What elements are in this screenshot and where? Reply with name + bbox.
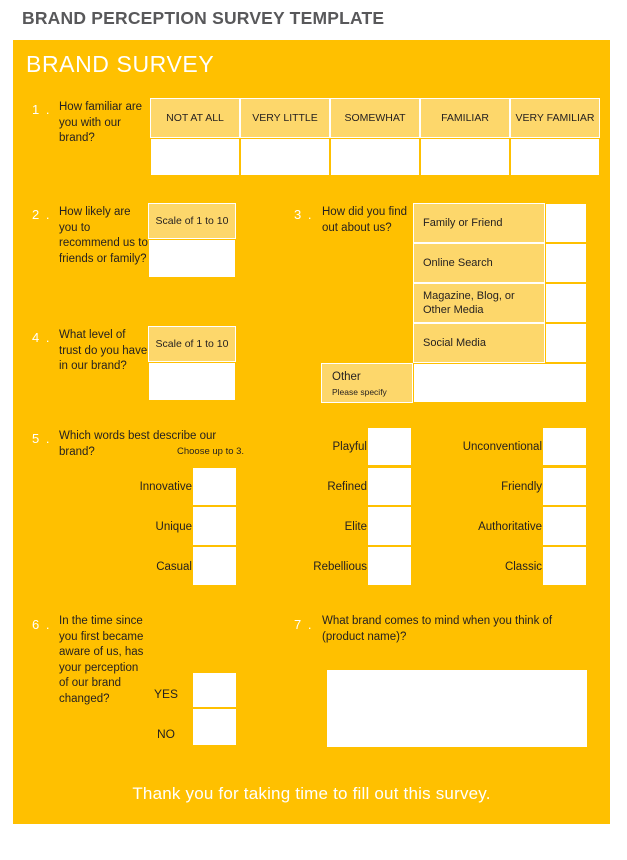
q3-option-box-2[interactable] (545, 283, 587, 323)
q5-word-box-2-3[interactable] (542, 546, 587, 586)
q5-word-box-2-1[interactable] (542, 467, 587, 506)
question-5-number: 5 . (32, 431, 51, 446)
survey-panel: BRAND SURVEY 1 . How familiar are you wi… (13, 40, 610, 824)
question-6-number: 6 . (32, 617, 51, 632)
q3-option-label-1[interactable]: Online Search (413, 243, 545, 283)
q6-yes-box[interactable] (192, 672, 237, 708)
q2-scale-label: Scale of 1 to 10 (148, 203, 236, 239)
q2-answer-box[interactable] (148, 239, 236, 278)
q6-yes-label: YES (154, 687, 179, 701)
q5-word-label-0-2: Casual (156, 561, 192, 573)
q1-column-header-0: NOT AT ALL (150, 98, 240, 138)
page-title: BRAND PERCEPTION SURVEY TEMPLATE (22, 8, 385, 28)
q3-option-label-0[interactable]: Family or Friend (413, 203, 545, 243)
question-2-number: 2 . (32, 207, 51, 222)
q1-answer-cell-0[interactable] (150, 138, 240, 176)
q5-word-box-1-3[interactable] (367, 546, 412, 586)
question-4-number: 4 . (32, 330, 51, 345)
q3-option-label-3[interactable]: Social Media (413, 323, 545, 363)
q5-word-box-2-2[interactable] (542, 506, 587, 546)
q5-word-label-2-2: Authoritative (478, 521, 542, 533)
q5-word-box-0-0[interactable] (192, 467, 237, 506)
footer-thank-you: Thank you for taking time to fill out th… (132, 784, 491, 803)
q5-word-box-0-2[interactable] (192, 546, 237, 586)
q5-word-label-0-0: Innovative (139, 481, 192, 493)
q1-answer-cell-3[interactable] (420, 138, 510, 176)
q3-other-label: Other (332, 371, 361, 383)
q3-option-label-2[interactable]: Magazine, Blog, or Other Media (413, 283, 545, 323)
q1-column-header-2: SOMEWHAT (330, 98, 420, 138)
q3-option-box-1[interactable] (545, 243, 587, 283)
q5-word-label-1-1: Refined (327, 481, 367, 493)
q5-word-label-0-1: Unique (155, 521, 192, 533)
q6-no-label: NO (157, 727, 175, 741)
q1-column-header-4: VERY FAMILIAR (510, 98, 600, 138)
question-1-number: 1 . (32, 102, 51, 117)
q3-other-label-cell: Other Please specify (321, 363, 413, 403)
q5-word-label-2-3: Classic (504, 561, 542, 573)
q1-column-header-3: FAMILIAR (420, 98, 510, 138)
q5-word-box-2-0[interactable] (542, 427, 587, 466)
question-3-text: How did you find out about us? (322, 206, 408, 234)
q7-answer-box[interactable] (327, 670, 587, 747)
question-4-text: What level of trust do you have in our b… (59, 329, 148, 372)
question-5-subtext: Choose up to 3. (177, 446, 245, 457)
q5-word-label-1-3: Rebellious (313, 561, 367, 573)
question-7-text: What brand comes to mind when you think … (322, 615, 553, 643)
question-3-number: 3 . (294, 207, 313, 222)
survey-heading: BRAND SURVEY (26, 51, 215, 77)
q4-scale-label: Scale of 1 to 10 (148, 326, 236, 362)
q3-option-box-3[interactable] (545, 323, 587, 363)
question-6-text: In the time since you first became aware… (59, 615, 144, 705)
q3-option-box-0[interactable] (545, 203, 587, 243)
q5-word-box-1-0[interactable] (367, 427, 412, 466)
q1-answer-cell-4[interactable] (510, 138, 600, 176)
question-7-number: 7 . (294, 617, 313, 632)
q6-no-box[interactable] (192, 708, 237, 746)
q5-word-label-2-1: Friendly (501, 481, 542, 493)
q3-other-sublabel: Please specify (332, 387, 387, 397)
q5-word-label-1-2: Elite (344, 521, 367, 533)
q3-other-answer-box[interactable] (413, 363, 587, 403)
survey-page: BRAND PERCEPTION SURVEY TEMPLATE BRAND S… (0, 0, 627, 860)
q1-column-header-1: VERY LITTLE (240, 98, 330, 138)
q4-answer-box[interactable] (148, 362, 236, 401)
q5-word-box-1-2[interactable] (367, 506, 412, 546)
q5-word-box-0-1[interactable] (192, 506, 237, 546)
q1-answer-cell-1[interactable] (240, 138, 330, 176)
q5-word-box-1-1[interactable] (367, 467, 412, 506)
question-1-text: How familiar are you with our brand? (59, 101, 143, 144)
question-2-text: How likely are you to recommend us to fr… (59, 206, 148, 265)
q5-word-label-2-0: Unconventional (462, 441, 542, 453)
q1-answer-cell-2[interactable] (330, 138, 420, 176)
q5-word-label-1-0: Playful (332, 441, 367, 453)
